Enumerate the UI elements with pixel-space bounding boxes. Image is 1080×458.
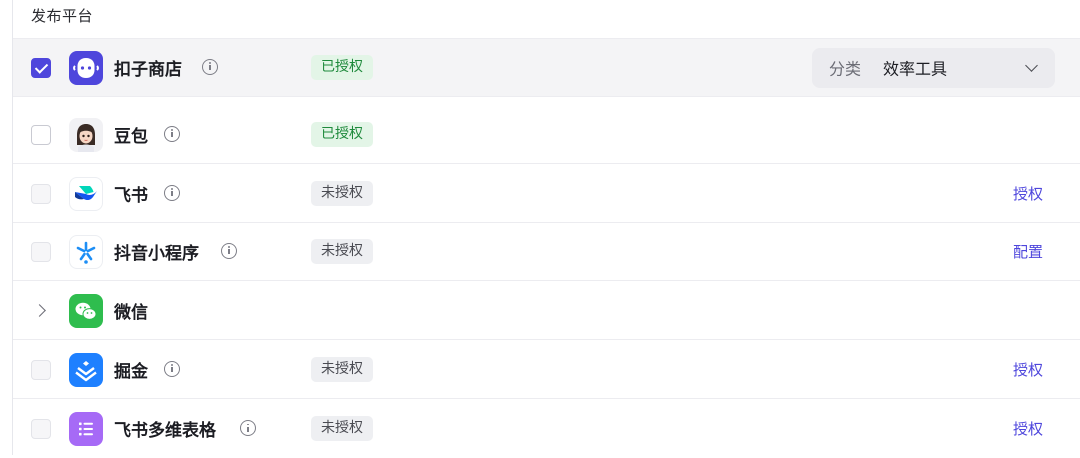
platform-name: 飞书 — [114, 185, 148, 206]
authorize-link[interactable]: 授权 — [1013, 359, 1043, 380]
platform-checkbox[interactable] — [31, 183, 51, 204]
doubao-avatar-icon — [69, 117, 103, 152]
platform-name: 抖音小程序 — [114, 243, 199, 264]
platform-row-douyin-miniapp[interactable]: 抖音小程序 未授权 配置 — [13, 223, 1080, 281]
platform-row-juejin[interactable]: 掘金 未授权 授权 — [13, 341, 1080, 399]
douyin-miniapp-icon — [69, 234, 103, 269]
platform-checkbox[interactable] — [31, 419, 51, 439]
info-icon[interactable] — [240, 420, 256, 436]
publish-platform-panel: 发布平台 扣子商店 已授权 分类 效率工具 豆包 已授权 飞书 未授权 授权 抖… — [12, 0, 1080, 455]
category-value: 效率工具 — [883, 59, 948, 79]
platform-row-feishu[interactable]: 飞书 未授权 授权 — [13, 165, 1080, 223]
platform-row-coze-store[interactable]: 扣子商店 已授权 分类 效率工具 — [13, 39, 1080, 97]
coze-store-icon — [69, 50, 103, 85]
info-icon[interactable] — [202, 58, 218, 75]
chevron-right-icon[interactable] — [33, 303, 46, 317]
platform-checkbox[interactable] — [31, 57, 51, 78]
section-title: 发布平台 — [31, 7, 94, 25]
platform-name: 豆包 — [114, 126, 148, 147]
platform-row-doubao[interactable]: 豆包 已授权 — [13, 106, 1080, 164]
platform-group-wechat[interactable]: 微信 — [13, 282, 1080, 340]
wechat-icon — [69, 293, 103, 328]
platform-checkbox[interactable] — [31, 359, 51, 380]
platform-name: 飞书多维表格 — [114, 421, 216, 441]
platform-checkbox[interactable] — [31, 241, 51, 262]
status-badge: 未授权 — [311, 238, 373, 264]
info-icon[interactable] — [164, 360, 180, 377]
info-icon[interactable] — [164, 184, 180, 201]
status-badge: 未授权 — [311, 416, 373, 441]
category-label: 分类 — [829, 59, 862, 79]
status-badge: 未授权 — [311, 356, 373, 382]
category-select[interactable]: 分类 效率工具 — [812, 47, 1055, 88]
platform-name: 扣子商店 — [114, 59, 182, 80]
configure-link[interactable]: 配置 — [1013, 241, 1043, 262]
status-badge: 已授权 — [311, 121, 373, 147]
chevron-down-icon — [1025, 58, 1038, 72]
feishu-icon — [69, 176, 103, 211]
platform-checkbox[interactable] — [31, 124, 51, 145]
status-badge: 未授权 — [311, 180, 373, 206]
authorize-link[interactable]: 授权 — [1013, 183, 1043, 204]
juejin-icon — [69, 352, 103, 387]
authorize-link[interactable]: 授权 — [1013, 418, 1043, 439]
feishu-bitable-icon — [69, 412, 103, 446]
platform-name: 掘金 — [114, 361, 148, 382]
status-badge: 已授权 — [311, 54, 373, 80]
info-icon[interactable] — [164, 125, 180, 142]
platform-row-feishu-bitable[interactable]: 飞书多维表格 未授权 授权 — [13, 400, 1080, 458]
platform-name: 微信 — [114, 302, 148, 323]
info-icon[interactable] — [221, 242, 237, 259]
